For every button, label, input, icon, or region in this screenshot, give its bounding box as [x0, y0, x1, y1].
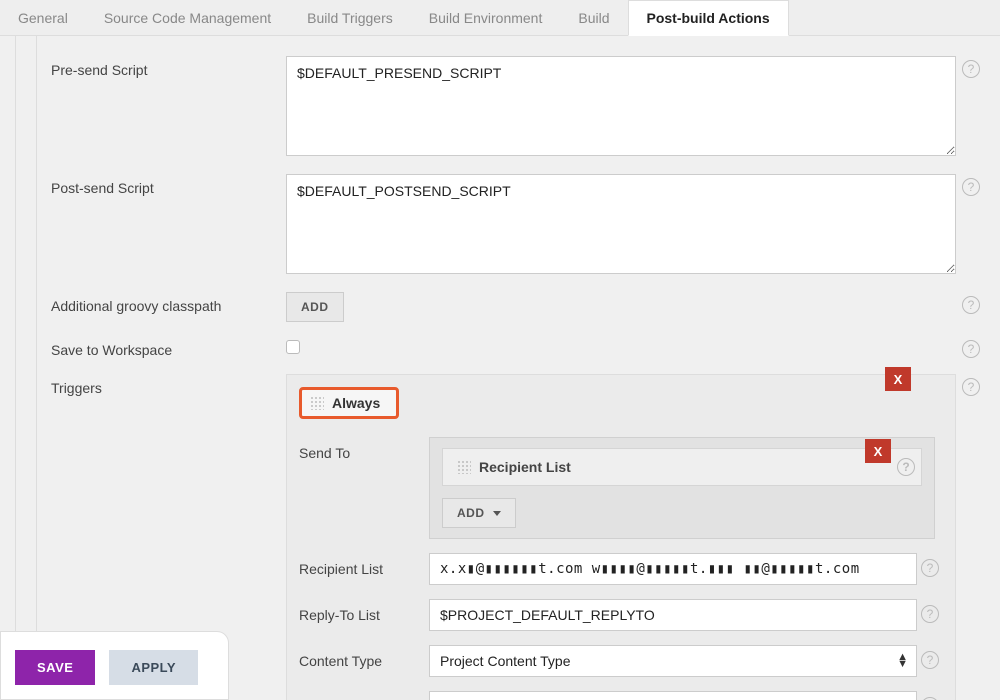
recipient-list-header[interactable]: Recipient List X ? [442, 448, 922, 486]
save-bar: SAVE APPLY [0, 631, 229, 700]
content-type-select[interactable]: Project Content Type ▲▼ [429, 645, 917, 677]
config-tabs: General Source Code Management Build Tri… [0, 0, 1000, 36]
row-pre-send-script: Pre-send Script ? [51, 56, 986, 156]
help-icon[interactable]: ? [962, 296, 980, 314]
drag-icon[interactable] [457, 460, 471, 474]
apply-button[interactable]: APPLY [109, 650, 198, 685]
post-send-script-input[interactable] [286, 174, 956, 274]
help-icon[interactable]: ? [962, 378, 980, 396]
recipient-list-input[interactable]: x.x▮@▮▮▮▮▮▮t.com w▮▮▮▮@▮▮▮▮▮t.▮▮▮ ▮▮@▮▮▮… [429, 553, 917, 585]
label-reply-to: Reply-To List [299, 599, 429, 623]
drag-gutter[interactable] [15, 36, 37, 700]
row-reply-to: Reply-To List ? [299, 599, 943, 631]
help-icon[interactable]: ? [897, 458, 915, 476]
tab-build[interactable]: Build [560, 0, 627, 35]
trigger-title: Always [332, 395, 380, 411]
add-button-label: ADD [457, 506, 485, 520]
label-subject: Subject [299, 691, 429, 700]
help-icon[interactable]: ? [962, 178, 980, 196]
send-to-block: Recipient List X ? ADD [429, 437, 935, 539]
row-post-send-script: Post-send Script ? [51, 174, 986, 274]
label-recipient-list: Recipient List [299, 553, 429, 577]
trigger-header[interactable]: Always [299, 387, 399, 419]
delete-trigger-button[interactable]: X [885, 367, 911, 391]
label-content-type: Content Type [299, 645, 429, 669]
row-subject: Subject ? [299, 691, 943, 700]
tab-general[interactable]: General [0, 0, 86, 35]
label-send-to: Send To [299, 437, 429, 461]
help-icon[interactable]: ? [962, 60, 980, 78]
recipient-list-title: Recipient List [479, 459, 571, 475]
tab-scm[interactable]: Source Code Management [86, 0, 289, 35]
row-recipient-list: Recipient List x.x▮@▮▮▮▮▮▮t.com w▮▮▮▮@▮▮… [299, 553, 943, 585]
label-post-send-script: Post-send Script [51, 174, 286, 196]
label-triggers: Triggers [51, 374, 286, 396]
content-type-value: Project Content Type [440, 653, 570, 669]
save-button[interactable]: SAVE [15, 650, 95, 685]
row-content-type: Content Type Project Content Type ▲▼ ? [299, 645, 943, 677]
pre-send-script-input[interactable] [286, 56, 956, 156]
delete-recipient-button[interactable]: X [865, 439, 891, 463]
add-classpath-button[interactable]: ADD [286, 292, 344, 322]
chevron-down-icon [493, 511, 501, 516]
help-icon[interactable]: ? [962, 340, 980, 358]
content-area: Pre-send Script ? Post-send Script ? Add… [0, 36, 1000, 700]
tab-postbuild-actions[interactable]: Post-build Actions [628, 0, 789, 36]
help-icon[interactable]: ? [921, 605, 939, 623]
form-area: Pre-send Script ? Post-send Script ? Add… [37, 36, 1000, 700]
reply-to-input[interactable] [429, 599, 917, 631]
subject-input[interactable] [429, 691, 917, 700]
add-sendto-button[interactable]: ADD [442, 498, 516, 528]
help-icon[interactable]: ? [921, 651, 939, 669]
save-workspace-checkbox[interactable] [286, 340, 300, 354]
trigger-always-block: X Always Send To Recipient List [286, 374, 956, 700]
tab-build-triggers[interactable]: Build Triggers [289, 0, 411, 35]
label-save-workspace: Save to Workspace [51, 336, 286, 358]
tab-build-env[interactable]: Build Environment [411, 0, 561, 35]
help-icon[interactable]: ? [921, 559, 939, 577]
row-classpath: Additional groovy classpath ADD ? [51, 292, 986, 322]
label-classpath: Additional groovy classpath [51, 292, 286, 314]
select-arrows-icon: ▲▼ [897, 654, 908, 668]
row-save-workspace: Save to Workspace ? [51, 336, 986, 358]
drag-icon[interactable] [310, 396, 324, 410]
row-send-to: Send To Recipient List X ? ADD [299, 437, 943, 539]
label-pre-send-script: Pre-send Script [51, 56, 286, 78]
